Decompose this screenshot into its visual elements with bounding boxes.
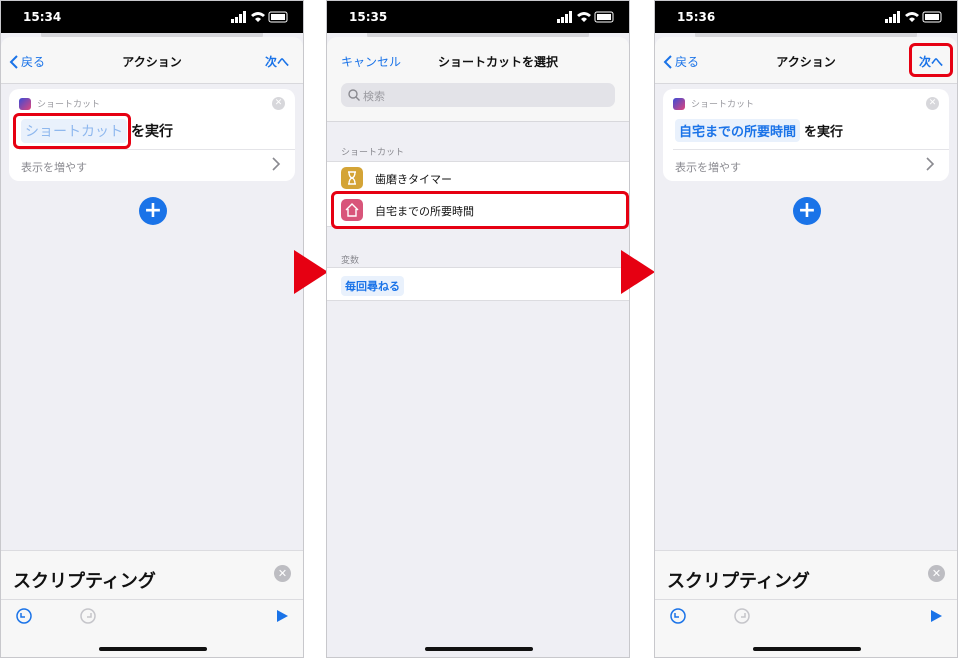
card-divider [673,149,949,150]
picker-sheet: キャンセル ショートカットを選択 検索 ショートカット 歯磨きタイマー 自宅まで… [327,37,629,657]
action-suffix: を実行 [131,124,173,140]
variable-list: 毎回尋ねる [327,267,629,301]
status-icons [231,11,288,23]
status-time: 15:34 [23,10,62,24]
add-action-button[interactable]: + [793,197,821,225]
phone-screen-3: 15:36 戻る アクション 次へ ショートカット ✕ 自宅までの所要時間 を実… [654,0,958,658]
chevron-right-icon [926,157,935,171]
redo-icon[interactable] [79,607,97,625]
home-indicator [425,647,533,651]
run-shortcut-action-card: ショートカット ✕ 自宅までの所要時間 を実行 表示を増やす [663,89,949,181]
highlight-home-shortcut [331,191,629,229]
search-input[interactable]: 検索 [341,83,615,107]
play-icon[interactable] [929,609,943,623]
status-bar: 15:36 [655,1,957,33]
search-placeholder: 検索 [363,90,385,103]
phone-screen-2: 15:35 キャンセル ショートカットを選択 検索 ショートカット 歯磨きタイマ… [326,0,630,658]
remove-action-icon[interactable]: ✕ [272,97,285,110]
action-suffix: を実行 [804,125,844,140]
redo-icon[interactable] [733,607,751,625]
step-arrow-2 [621,250,655,294]
library-divider [655,599,957,600]
chevron-right-icon [272,157,281,171]
card-app-label: ショートカット [691,100,755,110]
status-time: 15:36 [677,10,716,24]
section-variables-label: 変数 [341,256,360,266]
ask-each-time-token[interactable]: 毎回尋ねる [341,276,404,296]
home-indicator [99,647,207,651]
library-title: スクリプティング [667,571,810,592]
nav-title: ショートカットを選択 [437,55,558,69]
status-icons [557,11,614,23]
card-header: ショートカット [673,97,754,110]
next-button[interactable]: 次へ [265,53,289,70]
search-icon [348,89,360,101]
highlight-next-button [909,43,953,77]
show-more-link[interactable]: 表示を増やす [21,159,87,175]
shortcuts-app-icon [19,97,31,110]
action-library-panel: スクリプティング ✕ [655,550,957,657]
step-arrow-1 [294,250,328,294]
close-library-icon[interactable]: ✕ [928,565,945,582]
hourglass-icon [341,167,363,189]
show-more-link[interactable]: 表示を増やす [675,159,741,175]
highlight-shortcut-token [13,113,131,149]
nav-title: アクション [122,55,182,69]
list-item-label: 歯磨きタイマー [375,173,452,186]
card-header: ショートカット [19,97,100,110]
library-title: スクリプティング [13,571,156,592]
action-library-panel: スクリプティング ✕ [1,550,303,657]
card-app-label: ショートカット [37,100,101,110]
play-icon[interactable] [275,609,289,623]
remove-action-icon[interactable]: ✕ [926,97,939,110]
status-time: 15:35 [349,10,388,24]
shortcuts-app-icon [673,97,685,110]
add-action-button[interactable]: + [139,197,167,225]
card-divider [19,149,295,150]
list-item[interactable]: 歯磨きタイマー [327,162,629,194]
nav-bar: キャンセル ショートカットを選択 検索 [327,37,629,122]
status-bar: 15:35 [327,1,629,33]
shortcut-parameter-token[interactable]: 自宅までの所要時間 [675,119,801,142]
close-library-icon[interactable]: ✕ [274,565,291,582]
library-divider [1,599,303,600]
phone-screen-1: 15:34 戻る アクション 次へ ショートカット ✕ ショートカット を実行 … [0,0,304,658]
nav-bar: 戻る アクション 次へ [1,37,303,84]
status-bar: 15:34 [1,1,303,33]
action-sentence: 自宅までの所要時間 を実行 [675,119,843,142]
undo-icon[interactable] [669,607,687,625]
undo-icon[interactable] [15,607,33,625]
section-shortcuts-label: ショートカット [341,148,405,158]
status-icons [885,11,942,23]
home-indicator [753,647,861,651]
